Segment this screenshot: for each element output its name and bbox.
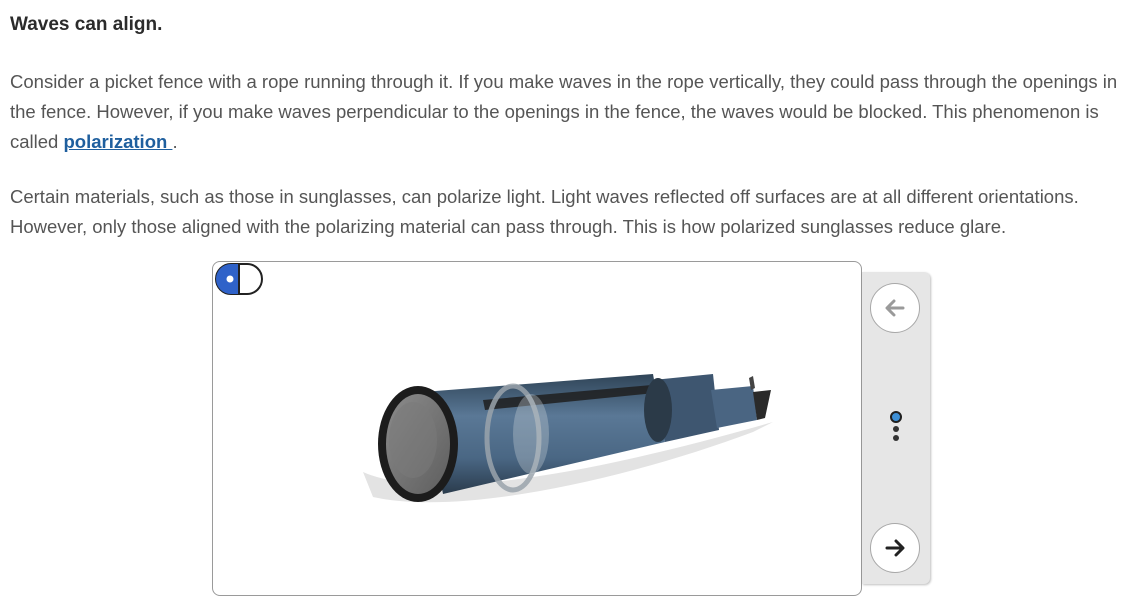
view-toggle-icon[interactable] <box>213 262 265 296</box>
polarization-link[interactable]: polarization <box>63 131 172 152</box>
arrow-right-icon <box>885 539 905 557</box>
slide-dot-3[interactable] <box>893 435 899 441</box>
paragraph-sunglasses: Certain materials, such as those in sung… <box>10 186 1079 237</box>
image-viewer[interactable] <box>212 261 862 596</box>
previous-button[interactable] <box>870 283 920 333</box>
section-heading: Waves can align. <box>10 14 163 35</box>
arrow-left-icon <box>885 299 905 317</box>
slide-navigation-panel <box>862 272 930 584</box>
paragraph-period: . <box>172 131 178 152</box>
slide-dot-2[interactable] <box>893 426 899 432</box>
next-button[interactable] <box>870 523 920 573</box>
paragraph-polarization-intro: Consider a picket fence with a rope runn… <box>10 67 1138 157</box>
slide-indicator <box>890 411 902 443</box>
slide-dot-1-active[interactable] <box>890 411 902 423</box>
telescope-model-image <box>363 374 773 503</box>
